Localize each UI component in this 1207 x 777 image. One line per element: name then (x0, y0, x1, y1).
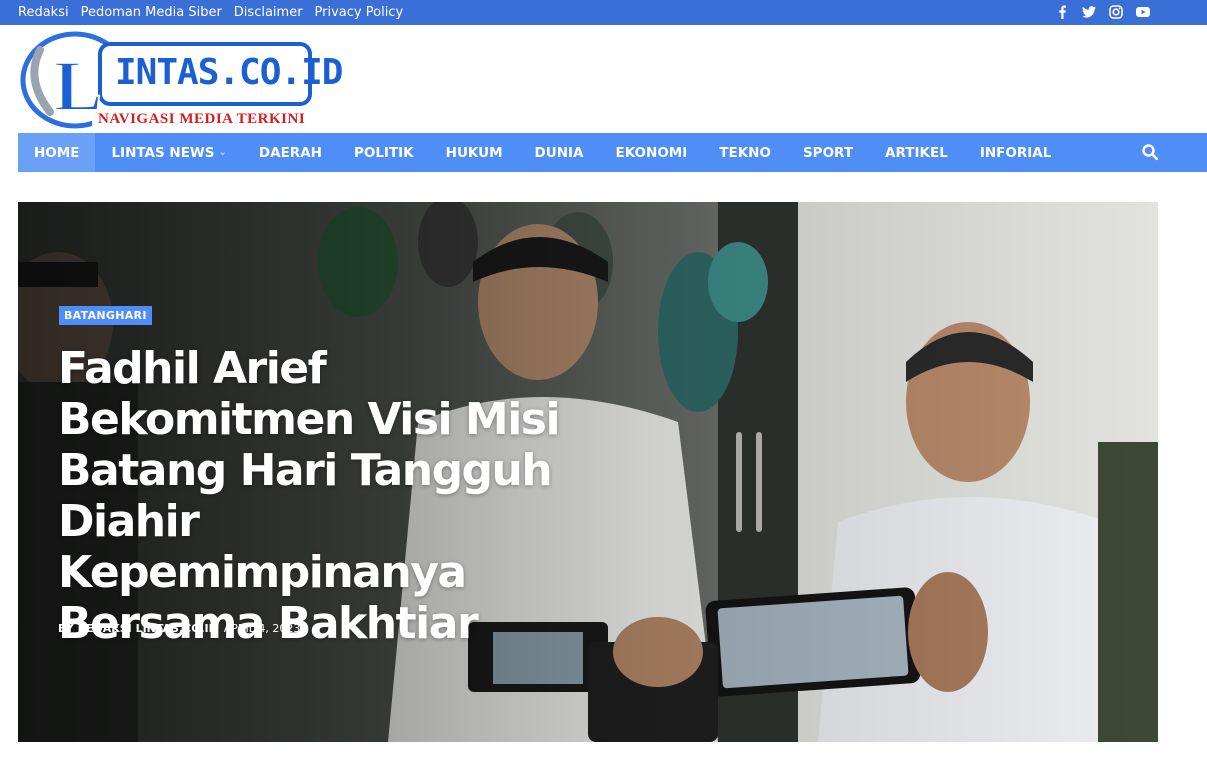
category-badge[interactable]: BATANGHARI (59, 306, 152, 325)
nav-item-artikel[interactable]: ARTIKEL (869, 133, 964, 172)
nav-item-sport[interactable]: SPORT (787, 133, 869, 172)
nav-item-lintas-news[interactable]: LINTAS NEWS ⌄ (95, 133, 242, 172)
nav-item-ekonomi[interactable]: EKONOMI (599, 133, 703, 172)
chevron-down-icon: ⌄ (218, 147, 227, 158)
nav-label: ARTIKEL (885, 144, 948, 161)
facebook-icon[interactable] (1054, 4, 1070, 20)
nav-label: INFORIAL (979, 144, 1052, 161)
top-bar: Redaksi Pedoman Media Siber Disclaimer P… (0, 0, 1207, 25)
nav-item-home[interactable]: HOME (18, 133, 96, 172)
article-date: APRIL 4, 2023 (223, 622, 301, 635)
nav-label: SPORT (802, 144, 854, 161)
logo-wordmark: INTAS.CO.ID (115, 52, 343, 93)
top-link-privacy[interactable]: Privacy Policy (315, 5, 404, 20)
nav-item-politik[interactable]: POLITIK (338, 133, 430, 172)
nav-item-dunia[interactable]: DUNIA (519, 133, 600, 172)
youtube-icon[interactable] (1135, 4, 1151, 20)
nav-label: EKONOMI (615, 144, 688, 161)
nav-label: TEKNO (719, 144, 771, 161)
top-link-redaksi[interactable]: Redaksi (18, 5, 69, 20)
logo-tagline: NAVIGASI MEDIA TERKINI (98, 111, 306, 127)
nav-label: DUNIA (534, 144, 584, 161)
top-links: Redaksi Pedoman Media Siber Disclaimer P… (18, 0, 403, 25)
top-link-disclaimer[interactable]: Disclaimer (234, 5, 303, 20)
nav-item-hukum[interactable]: HUKUM (430, 133, 519, 172)
featured-article[interactable]: BATANGHARI Fadhil Arief Bekomitmen Visi … (18, 202, 1158, 742)
article-author[interactable]: BY REDAKSI LINTAS.CO.ID (58, 622, 218, 635)
nav-label: LINTAS NEWS (111, 144, 215, 161)
nav-item-tekno[interactable]: TEKNO (703, 133, 787, 172)
nav-label: HOME (34, 144, 80, 161)
nav-label: DAERAH (258, 144, 322, 161)
search-icon[interactable] (1141, 143, 1159, 161)
top-link-pedoman[interactable]: Pedoman Media Siber (81, 5, 222, 20)
article-meta: BY REDAKSI LINTAS.CO.ID APRIL 4, 2023 (58, 622, 300, 635)
article-headline[interactable]: Fadhil Arief Bekomitmen Visi Misi Batang… (58, 343, 618, 649)
twitter-icon[interactable] (1081, 4, 1097, 20)
site-logo[interactable]: L INTAS.CO.ID NAVIGASI MEDIA TERKINI (20, 30, 343, 130)
site-header: L INTAS.CO.ID NAVIGASI MEDIA TERKINI (0, 25, 1207, 133)
nav-item-daerah[interactable]: DAERAH (243, 133, 338, 172)
instagram-icon[interactable] (1108, 4, 1124, 20)
main-navigation: HOME LINTAS NEWS ⌄ DAERAH POLITIK HUKUM D… (18, 133, 1207, 172)
nav-label: HUKUM (445, 144, 503, 161)
nav-label: POLITIK (353, 144, 414, 161)
social-links (1054, 4, 1151, 20)
svg-text:L: L (54, 46, 102, 126)
nav-item-inforial[interactable]: INFORIAL (964, 133, 1068, 172)
